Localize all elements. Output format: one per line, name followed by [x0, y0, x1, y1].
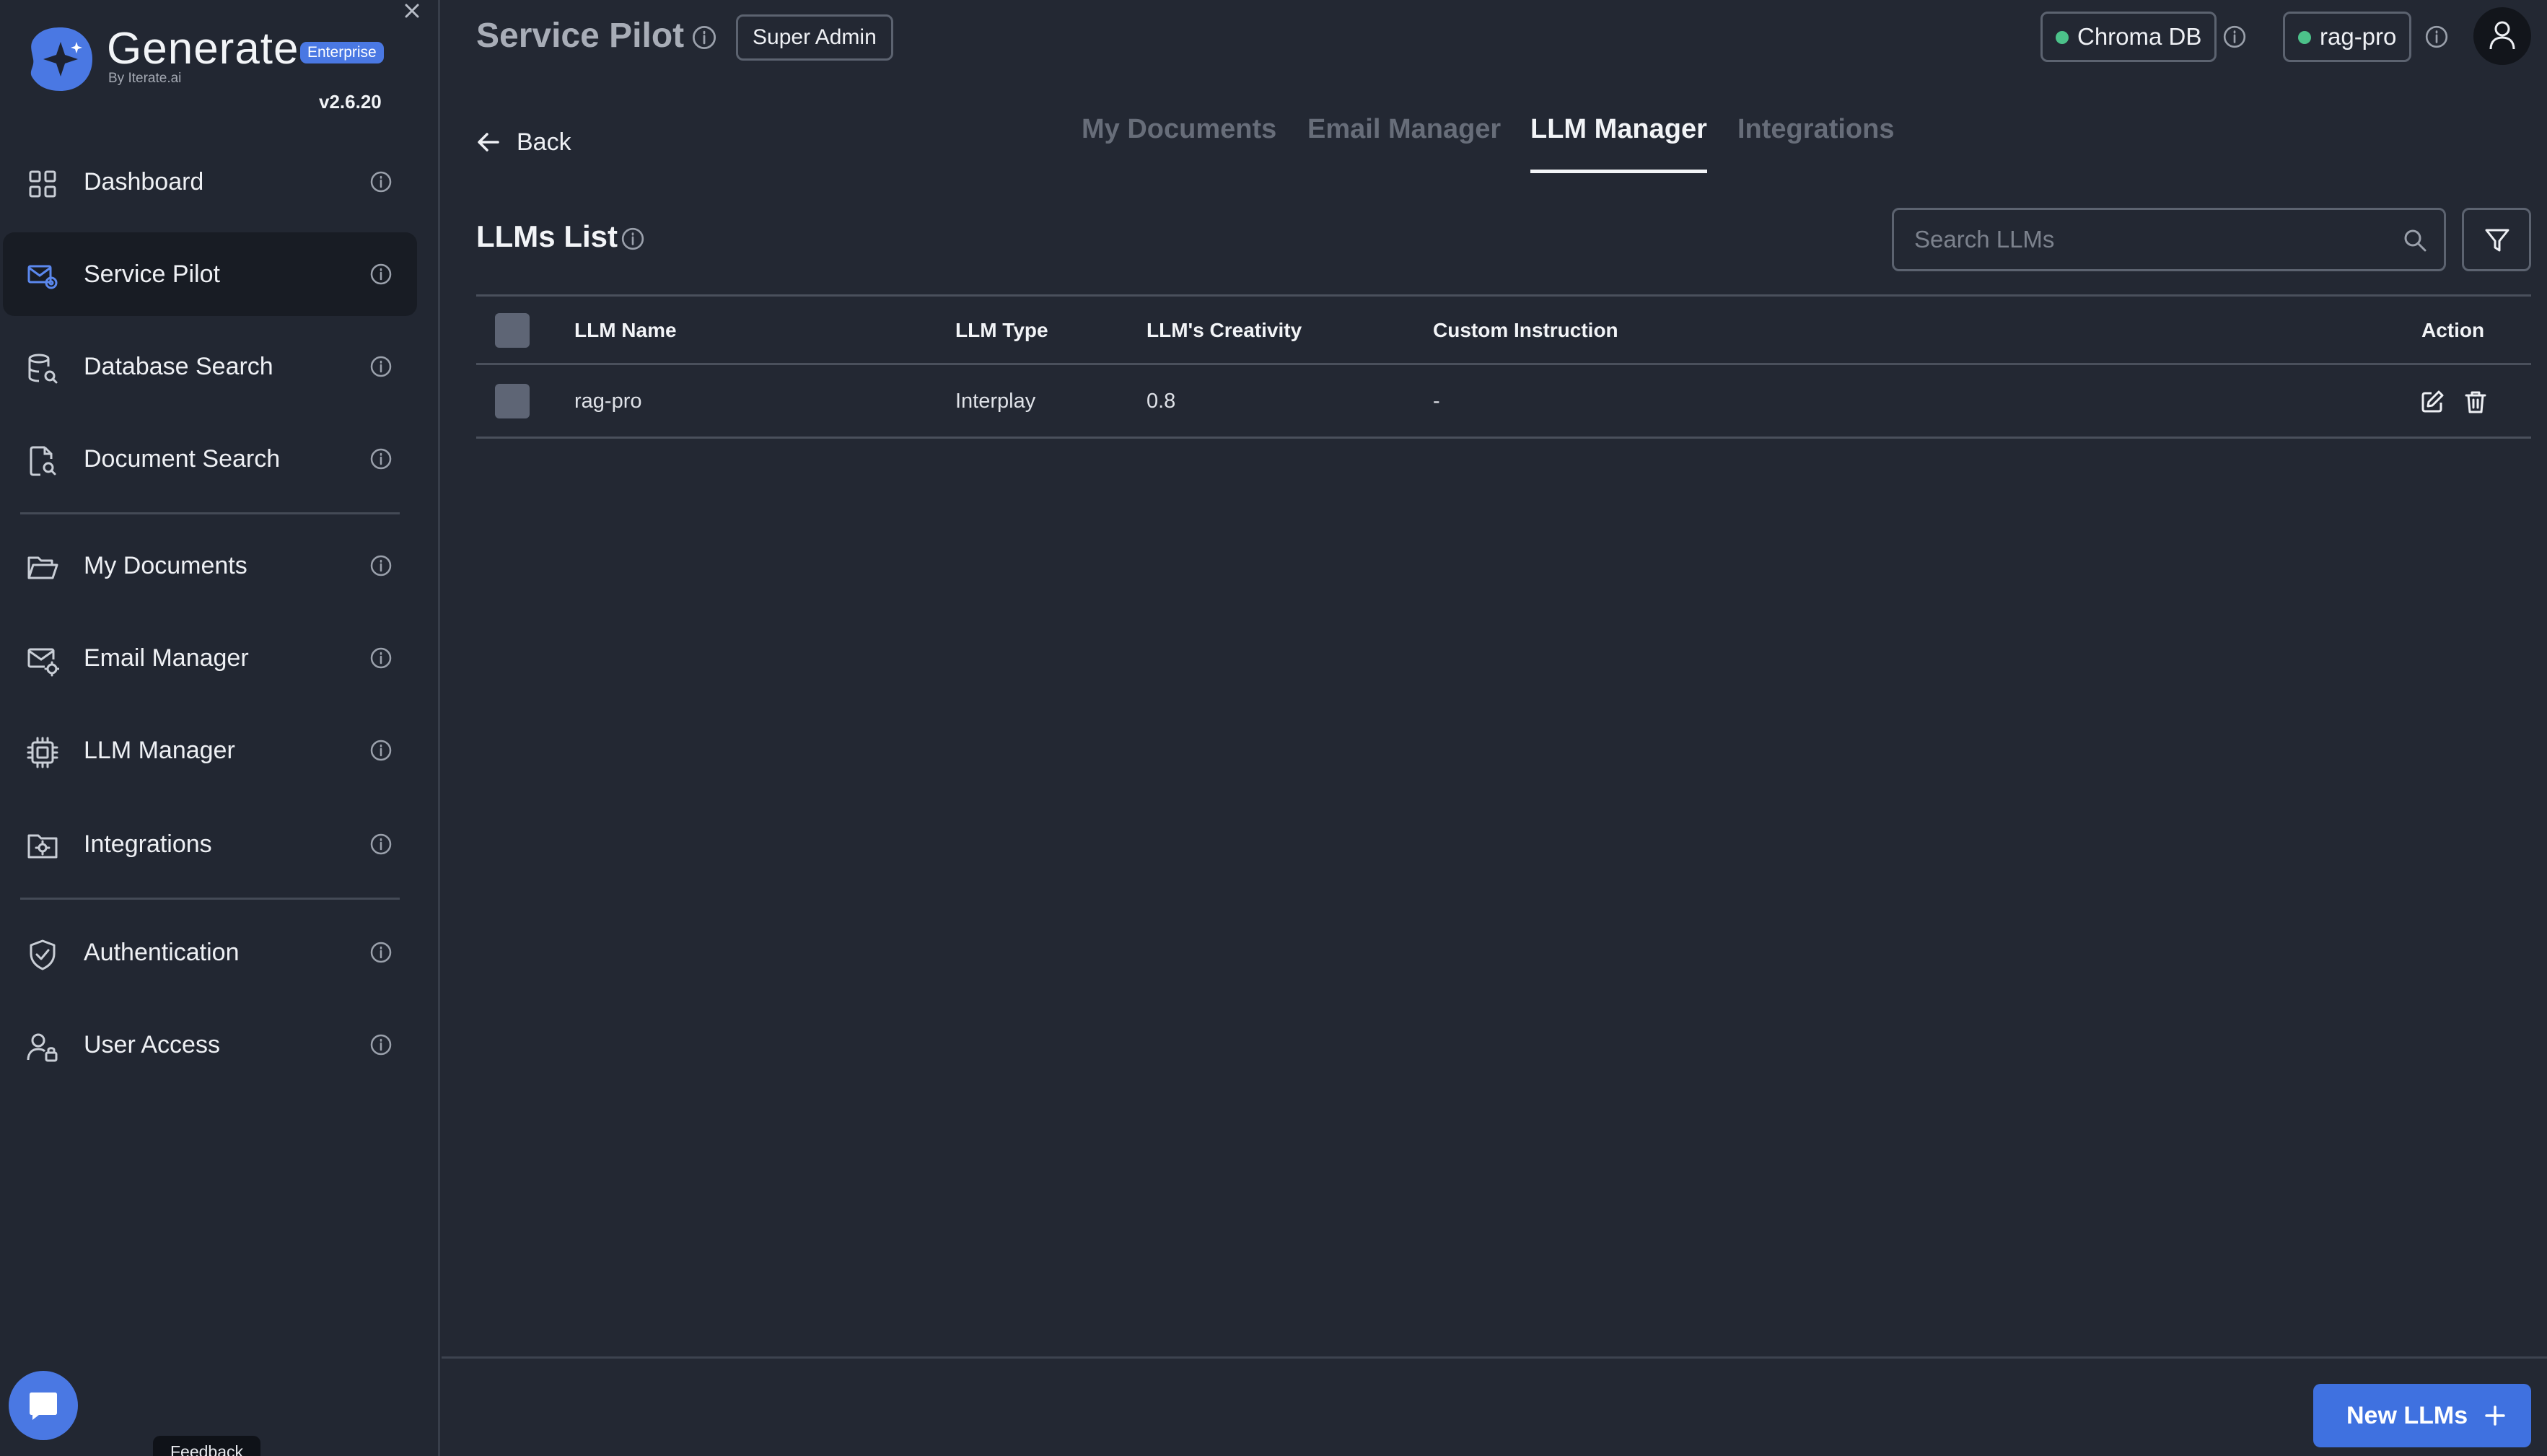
feedback-chat-button[interactable] — [9, 1371, 78, 1440]
row-checkbox[interactable] — [495, 384, 530, 418]
database-search-icon — [26, 352, 59, 385]
close-sidebar-icon[interactable] — [401, 0, 423, 22]
sidebar-item-document-search[interactable]: Document Search — [3, 417, 417, 501]
filter-icon — [2485, 229, 2509, 252]
table-header: LLM Name LLM Type LLM's Creativity Custo… — [476, 294, 2531, 365]
column-custom-instruction: Custom Instruction — [1433, 319, 1618, 341]
tab-integrations[interactable]: Integrations — [1737, 114, 1894, 173]
column-action: Action — [2421, 319, 2485, 341]
mail-gear-icon — [26, 644, 59, 677]
brand-name: Generate — [107, 24, 299, 74]
app-version: v2.6.20 — [319, 91, 382, 113]
info-icon[interactable] — [369, 447, 393, 470]
info-icon[interactable] — [369, 554, 393, 577]
new-llms-label: New LLMs — [2346, 1402, 2468, 1429]
sidebar-item-user-access[interactable]: User Access — [3, 1003, 417, 1087]
sidebar-item-label: LLM Manager — [84, 737, 235, 764]
folder-open-icon — [26, 551, 59, 584]
sidebar-item-my-documents[interactable]: My Documents — [3, 524, 417, 608]
sidebar-item-authentication[interactable]: Authentication — [3, 911, 417, 994]
select-all-checkbox[interactable] — [495, 313, 530, 348]
vector-db-status-chip[interactable]: Chroma DB — [2040, 12, 2217, 62]
folder-gear-icon — [26, 830, 59, 863]
custom-instruction-cell: - — [1433, 390, 1440, 413]
arrow-left-icon — [478, 133, 499, 152]
info-icon[interactable] — [369, 170, 393, 193]
status-online-dot — [2298, 31, 2311, 44]
table-row[interactable]: rag-pro Interplay 0.8 - — [476, 365, 2531, 439]
sidebar-item-llm-manager[interactable]: LLM Manager — [3, 709, 417, 792]
nav-divider — [20, 512, 400, 514]
column-llm-creativity: LLM's Creativity — [1147, 319, 1302, 341]
page-title: Service Pilot — [476, 17, 685, 55]
plus-icon — [2485, 1405, 2505, 1426]
info-icon[interactable] — [369, 263, 393, 286]
llm-name-cell: rag-pro — [574, 390, 642, 413]
mail-tools-icon — [26, 260, 59, 293]
llms-list-title: LLMs List — [476, 219, 618, 253]
sidebar: Generate Enterprise By Iterate.ai v2.6.2… — [0, 0, 440, 1456]
search-input[interactable] — [1894, 210, 2444, 269]
sidebar-item-dashboard[interactable]: Dashboard — [3, 140, 417, 224]
user-icon — [2489, 21, 2515, 50]
enterprise-badge: Enterprise — [300, 42, 384, 63]
delete-icon[interactable] — [2463, 390, 2488, 414]
model-status-chip[interactable]: rag-pro — [2283, 12, 2412, 62]
info-icon[interactable] — [691, 25, 717, 51]
back-label: Back — [517, 128, 571, 156]
sidebar-item-label: Email Manager — [84, 644, 249, 672]
column-llm-type: LLM Type — [955, 319, 1048, 341]
info-icon[interactable] — [2424, 25, 2449, 49]
footer-divider — [442, 1356, 2547, 1359]
sidebar-item-label: Document Search — [84, 445, 281, 473]
tab-my-documents[interactable]: My Documents — [1082, 114, 1276, 173]
sidebar-item-email-manager[interactable]: Email Manager — [3, 616, 417, 700]
sidebar-item-label: Dashboard — [84, 168, 204, 196]
chat-icon — [30, 1393, 57, 1420]
brand-byline: By Iterate.ai — [108, 71, 182, 86]
tab-email-manager[interactable]: Email Manager — [1307, 114, 1501, 173]
sidebar-item-label: Service Pilot — [84, 260, 220, 288]
llm-creativity-cell: 0.8 — [1147, 390, 1176, 413]
feedback-tooltip: Feedback — [153, 1436, 261, 1456]
grid-icon — [26, 167, 59, 201]
sidebar-item-integrations[interactable]: Integrations — [3, 802, 417, 886]
document-search-icon — [26, 444, 59, 478]
chip-icon — [26, 736, 59, 769]
filter-button[interactable] — [2462, 208, 2531, 271]
sidebar-item-label: Authentication — [84, 939, 240, 966]
generate-logo-icon — [27, 26, 94, 92]
info-icon[interactable] — [369, 646, 393, 670]
new-llms-button[interactable]: New LLMs — [2313, 1384, 2531, 1447]
sidebar-item-database-search[interactable]: Database Search — [3, 325, 417, 408]
user-avatar-button[interactable] — [2473, 7, 2531, 65]
info-icon[interactable] — [369, 355, 393, 378]
info-icon[interactable] — [369, 941, 393, 964]
info-icon[interactable] — [369, 1033, 393, 1056]
role-badge: Super Admin — [736, 14, 893, 61]
sidebar-item-label: My Documents — [84, 552, 247, 579]
sidebar-item-label: Database Search — [84, 353, 273, 380]
search-icon — [2404, 229, 2427, 252]
info-icon[interactable] — [2222, 25, 2247, 49]
info-icon[interactable] — [369, 739, 393, 762]
sidebar-item-service-pilot[interactable]: Service Pilot — [3, 232, 417, 316]
column-llm-name: LLM Name — [574, 319, 677, 341]
info-icon[interactable] — [369, 833, 393, 856]
llm-type-cell: Interplay — [955, 390, 1036, 413]
info-icon[interactable] — [621, 227, 645, 251]
edit-icon[interactable] — [2420, 390, 2445, 414]
sidebar-item-label: Integrations — [84, 830, 212, 858]
db-status-label: Chroma DB — [2077, 23, 2202, 50]
shield-check-icon — [26, 938, 59, 971]
sidebar-item-label: User Access — [84, 1031, 220, 1058]
user-lock-icon — [26, 1030, 59, 1064]
search-llms-field — [1892, 208, 2446, 271]
model-status-label: rag-pro — [2320, 23, 2397, 50]
nav-divider — [20, 898, 400, 900]
status-online-dot — [2056, 31, 2069, 44]
tab-llm-manager[interactable]: LLM Manager — [1530, 114, 1707, 173]
